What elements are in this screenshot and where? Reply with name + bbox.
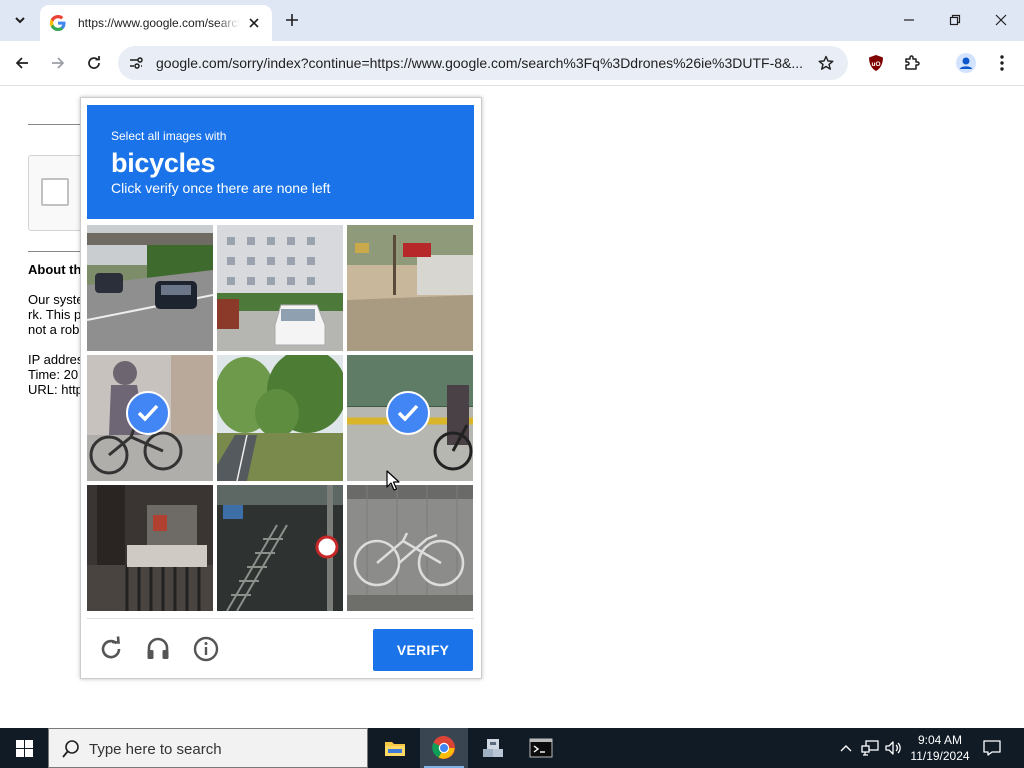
svg-text:uO: uO — [871, 61, 880, 68]
browser-toolbar: google.com/sorry/index?continue=https://… — [0, 41, 1024, 86]
mouse-cursor-icon — [386, 470, 400, 491]
tile-image-bicycle-wall — [347, 485, 473, 611]
info-help-icon[interactable] — [192, 635, 220, 663]
address-url: google.com/sorry/index?continue=https://… — [156, 55, 804, 71]
forward-arrow-icon[interactable] — [46, 51, 70, 75]
challenge-header: Select all images with bicycles Click ve… — [87, 105, 474, 219]
address-bar[interactable]: google.com/sorry/index?continue=https://… — [118, 46, 848, 80]
site-info-tune-icon[interactable] — [126, 53, 146, 73]
image-tile[interactable] — [87, 485, 213, 611]
search-icon — [62, 740, 79, 758]
verify-button[interactable]: VERIFY — [373, 629, 473, 671]
body-line: not a rob — [28, 322, 80, 337]
taskbar-search-box[interactable]: Type here to search — [48, 728, 368, 768]
reload-challenge-icon[interactable] — [97, 635, 125, 663]
network-app-icon[interactable] — [469, 728, 517, 768]
recaptcha-anchor-box — [28, 155, 88, 231]
info-line: IP addres — [28, 352, 84, 367]
bookmark-star-icon[interactable] — [816, 53, 836, 73]
tile-image-roadside-sign — [347, 225, 473, 351]
minimize-icon[interactable] — [897, 8, 921, 32]
search-placeholder: Type here to search — [89, 741, 222, 758]
selected-check-icon — [126, 391, 170, 435]
back-arrow-icon[interactable] — [10, 51, 34, 75]
show-hidden-icons-chevron-up-icon[interactable] — [836, 738, 856, 758]
recaptcha-challenge: Select all images with bicycles Click ve… — [80, 97, 482, 679]
google-g-icon — [50, 15, 66, 31]
tile-image-tree-road — [217, 355, 343, 481]
tile-image-gate-entrance — [87, 485, 213, 611]
image-grid — [87, 225, 474, 612]
start-windows-icon[interactable] — [0, 728, 48, 768]
tab-strip: https://www.google.com/search?q=drones — [0, 0, 1024, 41]
windows-taskbar: Type here to search 9:04 AM 11/19/2024 — [0, 728, 1024, 768]
challenge-footer: VERIFY — [87, 618, 474, 678]
reload-icon[interactable] — [82, 51, 106, 75]
window-close-icon[interactable] — [989, 8, 1013, 32]
body-line: Our syste — [28, 292, 84, 307]
page-divider — [28, 251, 88, 252]
file-explorer-folder-icon[interactable] — [371, 728, 419, 768]
notifications-icon[interactable] — [982, 738, 1002, 758]
taskbar-clock[interactable]: 9:04 AM 11/19/2024 — [904, 732, 976, 764]
tile-image-highway — [87, 225, 213, 351]
image-tile[interactable] — [217, 355, 343, 481]
clock-date: 11/19/2024 — [910, 749, 970, 763]
challenge-target: bicycles — [111, 148, 216, 178]
info-line: URL: http — [28, 382, 83, 397]
ublock-shield-icon[interactable]: uO — [864, 51, 888, 75]
extensions-puzzle-icon[interactable] — [900, 51, 924, 75]
close-icon[interactable] — [246, 15, 262, 31]
tab-title: https://www.google.com/search?q=drones — [78, 16, 240, 30]
page-divider — [28, 124, 88, 125]
network-status-icon[interactable] — [860, 738, 880, 758]
about-heading: About th — [28, 262, 82, 277]
selected-check-icon — [386, 391, 430, 435]
info-line: Time: 20 — [28, 367, 79, 382]
image-tile[interactable] — [347, 225, 473, 351]
instruction-text: Select all images with — [111, 129, 227, 143]
body-line: rk. This p — [28, 307, 82, 322]
audio-challenge-headphones-icon[interactable] — [144, 635, 172, 663]
chevron-down-icon — [15, 17, 25, 24]
more-menu-icon[interactable] — [990, 51, 1014, 75]
clock-time: 9:04 AM — [917, 733, 963, 747]
terminal-icon[interactable] — [517, 728, 565, 768]
image-tile[interactable] — [347, 485, 473, 611]
tab-search-button[interactable] — [8, 8, 32, 32]
new-tab-plus-icon[interactable] — [282, 10, 302, 30]
restore-icon[interactable] — [943, 8, 967, 32]
image-tile[interactable] — [87, 355, 213, 481]
instruction-subtext: Click verify once there are none left — [111, 180, 331, 196]
tile-image-stairway — [217, 485, 343, 611]
image-tile[interactable] — [347, 355, 473, 481]
profile-avatar-icon[interactable] — [954, 51, 978, 75]
recaptcha-checkbox[interactable] — [41, 178, 69, 206]
volume-speaker-icon[interactable] — [883, 738, 903, 758]
browser-tab[interactable]: https://www.google.com/search?q=drones — [40, 5, 272, 41]
tile-image-building — [217, 225, 343, 351]
chrome-taskbar-icon[interactable] — [420, 728, 468, 768]
image-tile[interactable] — [87, 225, 213, 351]
image-tile[interactable] — [217, 485, 343, 611]
image-tile[interactable] — [217, 225, 343, 351]
